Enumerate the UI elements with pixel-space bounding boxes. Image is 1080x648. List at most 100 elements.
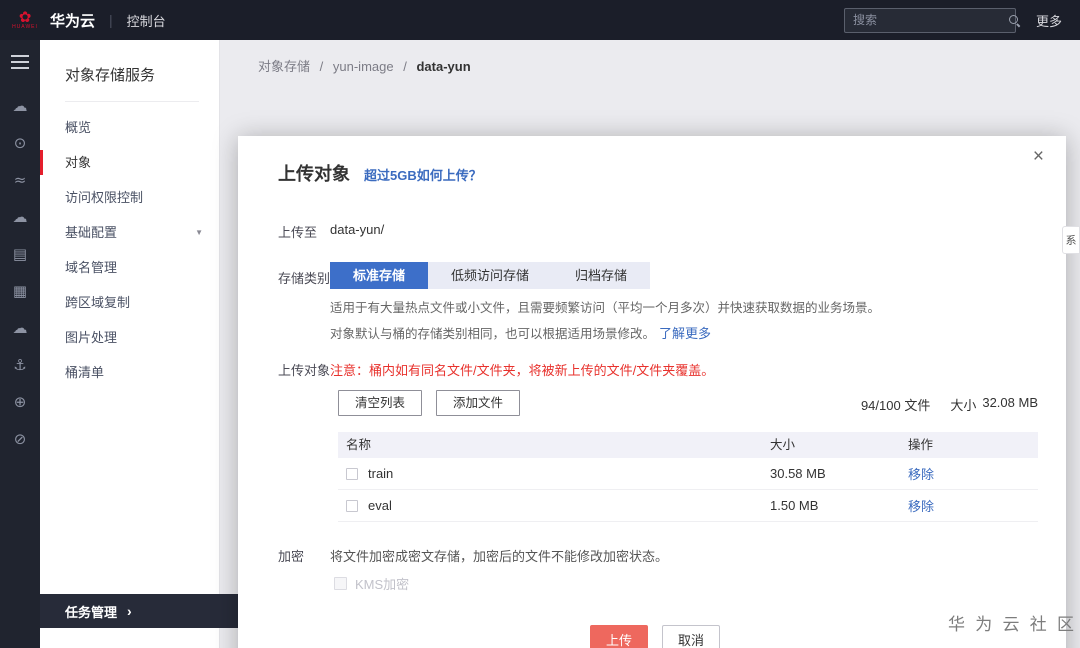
total-size-value: 32.08 MB <box>982 395 1038 410</box>
wave-service-icon[interactable]: ≈ <box>14 172 27 188</box>
watermark: 华 为 云 社 区 <box>948 615 1077 634</box>
header-size: 大小 <box>770 438 796 452</box>
sidebar-item-cross-region-replication[interactable]: 跨区域复制 <box>40 285 219 320</box>
user-service-icon[interactable]: ⊙ <box>14 135 27 151</box>
storage-desc-line2: 对象默认与桶的存储类别相同，也可以根据适用场景修改。 了解更多 <box>330 323 711 342</box>
upload-over-5gb-help-link[interactable]: 超过5GB如何上传？ <box>364 165 482 184</box>
breadcrumb-separator: / <box>403 59 407 74</box>
sidebar-item-objects[interactable]: 对象 <box>40 145 219 180</box>
sidebar-item-label: 跨区域复制 <box>65 295 131 310</box>
sidebar-item-label: 图片处理 <box>65 330 118 345</box>
close-icon[interactable]: × <box>1033 146 1044 168</box>
sidebar-item-overview[interactable]: 概览 <box>40 110 219 145</box>
cloud-service-icon-3[interactable]: ☁ <box>13 320 28 336</box>
file-size: 30.58 MB <box>770 466 826 481</box>
header-name: 名称 <box>346 438 372 452</box>
kms-checkbox[interactable] <box>334 577 347 590</box>
breadcrumb: 对象存储 / yun-image / data-yun <box>258 56 471 75</box>
sidebar-item-label: 域名管理 <box>65 260 118 275</box>
cancel-button[interactable]: 取消 <box>662 625 720 648</box>
sidebar-item-domain-management[interactable]: 域名管理 <box>40 250 219 285</box>
topbar-divider: | <box>109 12 113 28</box>
topbar: ✿ HUAWEI 华为云 | 控制台 更多 <box>0 0 1080 40</box>
task-management-bar[interactable]: 任务管理 › <box>40 594 240 628</box>
total-size-label: 大小 <box>950 398 977 413</box>
side-widget-tab[interactable]: 系 <box>1062 226 1080 254</box>
breadcrumb-bucket[interactable]: yun-image <box>333 59 394 74</box>
encryption-desc: 将文件加密成密文存储，加密后的文件不能修改加密状态。 <box>330 549 669 564</box>
sidebar-item-label: 基础配置 <box>65 225 118 240</box>
chevron-right-icon: › <box>127 603 132 619</box>
search-icon[interactable] <box>1008 14 1021 27</box>
sidebar-item-access-control[interactable]: 访问权限控制 <box>40 180 219 215</box>
modal-title: 上传对象 <box>278 164 350 184</box>
file-table: 名称 大小 操作 train 30.58 MB 移除 eval 1.50 MB … <box>338 432 1038 522</box>
storage-desc-text: 对象默认与桶的存储类别相同，也可以根据适用场景修改。 <box>330 327 656 341</box>
brand-huaweicloud[interactable]: 华为云 <box>50 10 95 31</box>
info-service-icon[interactable]: ⊘ <box>14 431 27 447</box>
sidebar-title: 对象存储服务 <box>65 67 156 84</box>
file-count: 94/100 文件 <box>860 398 931 413</box>
tab-infrequent-access-storage[interactable]: 低频访问存储 <box>428 262 553 289</box>
huawei-flower-icon: ✿ <box>18 8 32 26</box>
sidebar-item-label: 桶清单 <box>65 365 105 380</box>
sidebar-item-image-processing[interactable]: 图片处理 <box>40 320 219 355</box>
storage-class-tabs: 标准存储 低频访问存储 归档存储 <box>330 262 651 289</box>
task-management-label: 任务管理 <box>65 604 118 620</box>
document-service-icon[interactable]: ▤ <box>13 246 27 262</box>
file-stats: 94/100 文件 大小 32.08 MB <box>861 395 1038 414</box>
kms-encryption-row: KMS加密 <box>334 574 409 593</box>
upload-object-modal: × 上传对象 超过5GB如何上传？ 上传至 data-yun/ 存储类别 标准存… <box>238 136 1066 648</box>
file-name: eval <box>368 498 392 513</box>
add-file-button[interactable]: 添加文件 <box>436 390 521 416</box>
chevron-down-icon[interactable]: ▼ <box>195 215 203 250</box>
upload-to-value: data-yun/ <box>330 222 385 237</box>
huawei-logo-text: HUAWEI <box>12 23 38 30</box>
breadcrumb-obs[interactable]: 对象存储 <box>258 59 310 74</box>
screen: ✿ HUAWEI 华为云 | 控制台 更多 ☁ ⊙ ≈ ☁ ▤ ▦ ☁ ⚓ ⊕ … <box>0 0 1080 648</box>
file-table-header: 名称 大小 操作 <box>338 432 1038 458</box>
clear-list-button[interactable]: 清空列表 <box>338 390 423 416</box>
file-size: 1.50 MB <box>770 498 819 513</box>
learn-more-link[interactable]: 了解更多 <box>659 326 711 341</box>
topbar-right: 更多 <box>843 7 1062 33</box>
huawei-logo[interactable]: ✿ HUAWEI <box>10 8 40 30</box>
remove-link[interactable]: 移除 <box>908 467 934 482</box>
sidebar-item-label: 概览 <box>65 120 92 135</box>
console-link[interactable]: 控制台 <box>127 11 166 30</box>
document-service-icon-2[interactable]: ▦ <box>13 283 27 299</box>
tab-archive-storage[interactable]: 归档存储 <box>552 262 651 289</box>
search-input[interactable] <box>852 13 1008 27</box>
upload-button[interactable]: 上传 <box>590 625 648 648</box>
sidebar-item-label: 对象 <box>65 155 92 170</box>
service-icon-rail: ☁ ⊙ ≈ ☁ ▤ ▦ ☁ ⚓ ⊕ ⊘ <box>0 40 40 648</box>
more-menu[interactable]: 更多 <box>1036 11 1062 30</box>
globe-service-icon[interactable]: ⊕ <box>14 394 27 410</box>
kms-label: KMS加密 <box>355 577 410 592</box>
storage-class-label: 存储类别 <box>278 271 331 286</box>
sidebar-divider <box>65 101 199 102</box>
sidebar: 对象存储服务 概览 对象 访问权限控制 基础配置 ▼ 域名管理 跨区域复制 图片… <box>40 40 220 648</box>
upload-to-label: 上传至 <box>278 225 318 240</box>
storage-desc-line1: 适用于有大量热点文件或小文件，且需要频繁访问（平均一个月多次）并快速获取数据的业… <box>330 301 881 315</box>
cloud-service-icon[interactable]: ☁ <box>13 98 28 114</box>
breadcrumb-current: data-yun <box>416 59 471 74</box>
breadcrumb-separator: / <box>319 59 324 74</box>
anchor-service-icon[interactable]: ⚓ <box>13 357 26 373</box>
file-name: train <box>368 466 394 481</box>
topbar-search[interactable] <box>843 7 1018 33</box>
sidebar-item-label: 访问权限控制 <box>65 190 144 205</box>
modal-header: 上传对象 超过5GB如何上传？ <box>278 160 482 186</box>
header-action: 操作 <box>908 438 934 452</box>
sidebar-item-bucket-inventory[interactable]: 桶清单 <box>40 355 219 390</box>
tab-standard-storage[interactable]: 标准存储 <box>330 262 429 289</box>
row-checkbox[interactable] <box>346 467 358 480</box>
encryption-label: 加密 <box>278 549 305 564</box>
upload-object-label: 上传对象 <box>278 363 331 378</box>
row-checkbox[interactable] <box>346 499 358 512</box>
remove-link[interactable]: 移除 <box>908 499 934 514</box>
hamburger-menu-icon[interactable] <box>11 55 29 73</box>
overwrite-warning: 注意：桶内如有同名文件/文件夹，将被新上传的文件/文件夹覆盖。 <box>330 363 715 378</box>
cloud-service-icon-2[interactable]: ☁ <box>13 209 28 225</box>
sidebar-item-basic-config[interactable]: 基础配置 ▼ <box>40 215 219 250</box>
